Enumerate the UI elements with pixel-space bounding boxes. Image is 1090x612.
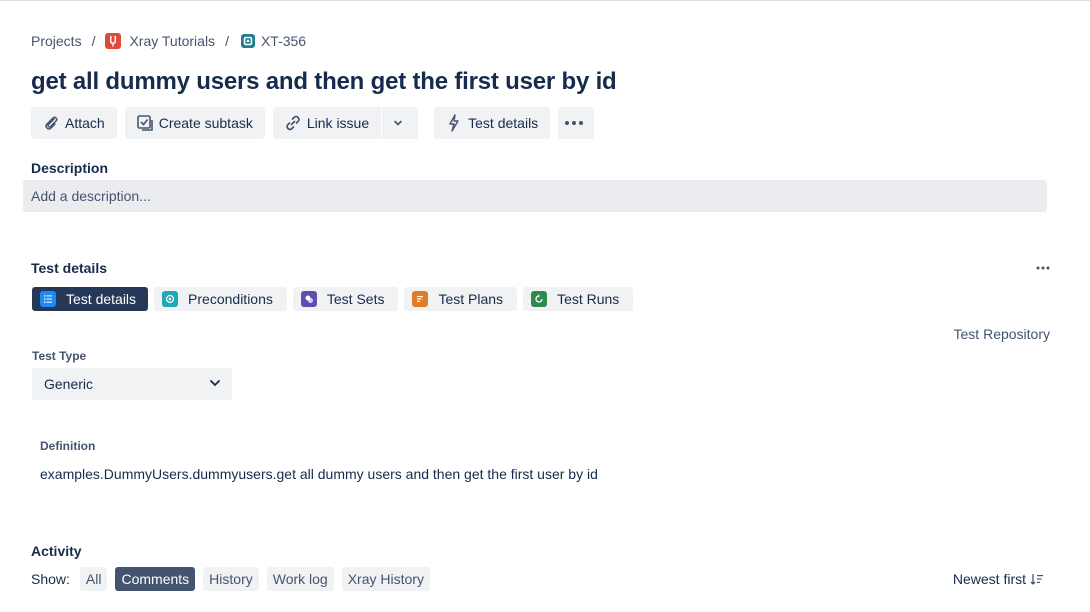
create-subtask-button[interactable]: Create subtask xyxy=(124,107,265,139)
tab-label: Test Sets xyxy=(326,291,385,307)
test-details-label: Test details xyxy=(468,115,539,131)
tab-label: Test details xyxy=(66,291,137,307)
lightning-icon xyxy=(444,113,464,133)
attach-button[interactable]: Attach xyxy=(31,107,117,139)
description-heading: Description xyxy=(31,160,109,176)
filter-work-log-button[interactable]: Work log xyxy=(266,567,334,591)
tab-label: Test Runs xyxy=(557,291,620,307)
chevron-down-icon xyxy=(388,113,408,133)
definition-value[interactable]: examples.DummyUsers.dummyusers.get all d… xyxy=(40,466,598,482)
paperclip-icon xyxy=(41,113,61,133)
breadcrumb-separator: / xyxy=(225,33,229,49)
link-icon xyxy=(283,113,303,133)
breadcrumb-project-link[interactable]: Xray Tutorials xyxy=(129,33,215,49)
test-type-select[interactable]: Generic xyxy=(32,368,232,400)
breadcrumb: Projects / Xray Tutorials / XT-356 xyxy=(31,32,306,50)
link-issue-button[interactable]: Link issue xyxy=(272,107,382,139)
activity-heading: Activity xyxy=(31,543,82,559)
more-horizontal-icon xyxy=(1036,266,1050,270)
test-details-more-button[interactable] xyxy=(1034,260,1052,276)
tab-test-sets[interactable]: Test Sets xyxy=(292,287,399,311)
test-details-heading: Test details xyxy=(31,260,107,276)
breadcrumb-separator: / xyxy=(91,33,96,49)
definition-label: Definition xyxy=(40,439,96,453)
top-divider xyxy=(0,0,1090,1)
activity-filter-bar: Show: All Comments History Work log Xray… xyxy=(31,567,438,591)
test-type-value: Generic xyxy=(44,376,94,392)
breadcrumb-issue-key-link[interactable]: XT-356 xyxy=(261,33,306,49)
test-details-button[interactable]: Test details xyxy=(434,107,551,139)
test-issue-type-icon xyxy=(240,34,255,48)
test-sets-icon xyxy=(300,291,317,307)
subtask-icon xyxy=(135,113,155,133)
filter-comments-button[interactable]: Comments xyxy=(115,567,196,591)
test-plans-icon xyxy=(412,291,429,307)
chevron-down-icon xyxy=(208,376,222,393)
attach-label: Attach xyxy=(65,115,105,131)
filter-history-button[interactable]: History xyxy=(203,567,259,591)
sort-descending-icon xyxy=(1030,573,1044,585)
link-issue-dropdown-button[interactable] xyxy=(382,107,419,139)
tab-label: Preconditions xyxy=(188,291,273,307)
filter-xray-history-button[interactable]: Xray History xyxy=(341,567,430,591)
sort-order-button[interactable]: Newest first xyxy=(953,571,1044,587)
list-icon xyxy=(40,291,56,307)
test-repository-link[interactable]: Test Repository xyxy=(954,326,1050,342)
issue-toolbar: Attach Create subtask Link issue Test de… xyxy=(31,107,602,139)
sort-label: Newest first xyxy=(952,571,1026,587)
filter-all-button[interactable]: All xyxy=(79,567,108,591)
more-actions-button[interactable] xyxy=(558,107,595,139)
create-subtask-label: Create subtask xyxy=(158,115,253,131)
tab-test-plans[interactable]: Test Plans xyxy=(404,287,518,311)
tab-test-runs[interactable]: Test Runs xyxy=(523,287,634,311)
preconditions-icon xyxy=(162,291,179,307)
tab-test-details[interactable]: Test details xyxy=(32,287,149,311)
show-label: Show: xyxy=(31,571,70,587)
project-avatar-icon xyxy=(105,33,122,49)
description-input[interactable]: Add a description... xyxy=(23,180,1047,212)
issue-title[interactable]: get all dummy users and then get the fir… xyxy=(31,68,617,96)
test-type-label: Test Type xyxy=(32,349,87,363)
more-horizontal-icon xyxy=(564,113,584,133)
tab-label: Test Plans xyxy=(438,291,504,307)
tab-preconditions[interactable]: Preconditions xyxy=(154,287,287,311)
test-runs-icon xyxy=(531,291,548,307)
breadcrumb-projects-link[interactable]: Projects xyxy=(31,33,82,49)
link-issue-label: Link issue xyxy=(306,115,370,131)
test-details-tabs: Test details Preconditions Test Sets Tes… xyxy=(32,287,639,311)
